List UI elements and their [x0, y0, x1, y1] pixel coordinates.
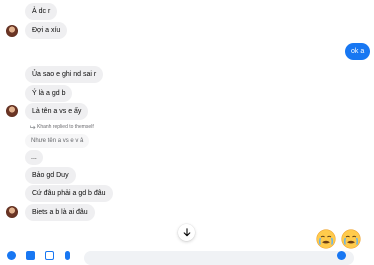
add-icon[interactable] — [7, 251, 16, 260]
reply-icon — [30, 125, 36, 130]
microphone-icon[interactable] — [65, 251, 70, 260]
crying-emoji-icon[interactable] — [316, 229, 336, 249]
avatar[interactable] — [6, 105, 18, 117]
message-text: Ủa sao e ghi nd sai r — [32, 71, 97, 78]
message-text: Đợi a xíu — [32, 27, 61, 34]
message-text: Cứ đâu phải a gd b đâu — [32, 190, 106, 197]
emoji-icon[interactable] — [337, 251, 346, 260]
camera-icon[interactable] — [26, 251, 35, 260]
avatar[interactable] — [6, 25, 18, 37]
message-bubble[interactable]: Bảo gd Duy — [25, 167, 76, 184]
message-bubble[interactable]: Đợi a xíu — [25, 22, 68, 39]
quoted-text: Nhưe tên a vs e v ả — [31, 138, 84, 144]
message-bubble[interactable]: Ả dc r — [25, 3, 58, 20]
message-bubble[interactable]: Cứ đâu phải a gd b đâu — [25, 185, 113, 202]
message-text: Ả dc r — [32, 8, 51, 15]
message-bubble[interactable]: Ý là a gd b — [25, 85, 73, 102]
crying-emoji-icon[interactable] — [341, 229, 361, 249]
message-text: Biets a b là ai đâu — [32, 209, 88, 216]
arrow-down-icon — [183, 228, 190, 237]
image-icon[interactable] — [45, 251, 54, 260]
message-bubble[interactable]: Ủa sao e ghi nd sai r — [25, 66, 104, 83]
scroll-to-bottom-button[interactable] — [178, 224, 195, 241]
chat-thread: Ả dc r Đợi a xíu ok a Ủa sao e ghi nd sa… — [0, 0, 374, 265]
message-bubble[interactable]: ... — [25, 150, 43, 165]
reply-label: Khanh replied to themself — [37, 124, 94, 130]
message-bubble-outgoing[interactable]: ok a — [345, 43, 371, 60]
message-input[interactable] — [84, 251, 354, 265]
message-bubble[interactable]: Biets a b là ai đâu — [25, 204, 95, 221]
message-text: Là tên a vs e ấy — [32, 108, 82, 115]
quoted-message[interactable]: Nhưe tên a vs e v ả — [25, 134, 90, 148]
message-text: Ý là a gd b — [32, 90, 66, 97]
message-bubble[interactable]: Là tên a vs e ấy — [25, 103, 89, 120]
avatar[interactable] — [6, 206, 18, 218]
message-text: ... — [31, 154, 37, 161]
message-text: Bảo gd Duy — [32, 172, 69, 179]
message-text: ok a — [351, 48, 365, 55]
